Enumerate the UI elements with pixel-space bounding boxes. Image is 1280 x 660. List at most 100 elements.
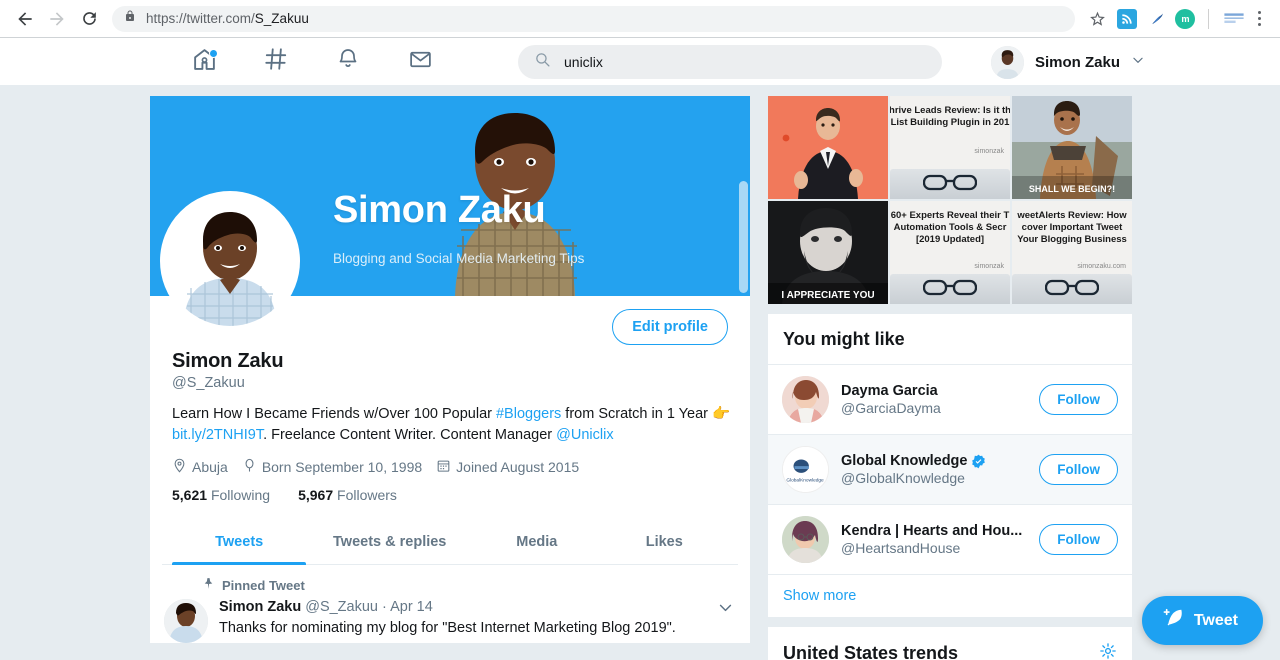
profile-meta: Abuja Born September 10, 1998 Joined Aug… [172, 458, 738, 476]
media-item-2[interactable]: SHALL WE BEGIN?! [1012, 96, 1132, 199]
back-arrow-icon[interactable] [10, 4, 40, 34]
banner-title: Simon Zaku [333, 189, 546, 231]
avatar [782, 376, 829, 423]
svg-text:m: m [1181, 14, 1189, 24]
follow-button[interactable]: Follow [1039, 524, 1118, 555]
followers-label: Followers [337, 487, 397, 504]
account-menu[interactable]: Simon Zaku [990, 38, 1145, 86]
suggestion-info: Dayma Garcia @GarciaDayma [841, 383, 1027, 416]
bird-extension-icon[interactable] [1146, 9, 1166, 29]
tab-tweets-replies[interactable]: Tweets & replies [306, 518, 473, 564]
follow-button[interactable]: Follow [1039, 384, 1118, 415]
tweet-header: Simon Zaku @S_Zakuu · Apr 14 [219, 599, 736, 615]
forward-arrow-icon[interactable] [42, 4, 72, 34]
birthday-text: Born September 10, 1998 [261, 459, 423, 476]
page-scrollbar[interactable] [739, 181, 748, 293]
mailchimp-extension-icon[interactable]: m [1175, 8, 1195, 29]
trends-heading: United States trends [783, 643, 959, 660]
pinned-tweet[interactable]: Pinned Tweet Simon Zaku @S_Zakuu · Apr 1… [150, 565, 750, 644]
bio-hashtag-link[interactable]: #Bloggers [496, 406, 561, 422]
following-stat[interactable]: 5,621 Following [172, 487, 270, 503]
feather-plus-icon [1163, 607, 1185, 634]
show-more-link[interactable]: Show more [768, 575, 1132, 617]
svg-text:GlobalKnowledge: GlobalKnowledge [786, 477, 824, 483]
avatar [782, 516, 829, 563]
bio-text-3: . Freelance Content Writer. Content Mana… [263, 427, 557, 444]
media-item-5[interactable]: weetAlerts Review: How cover Important Tw… [1012, 201, 1132, 304]
profile-birthday: Born September 10, 1998 [242, 458, 422, 476]
profile-joined: Joined August 2015 [436, 458, 579, 476]
page-body: Simon Zaku Blogging and Social Media Mar… [0, 86, 1280, 660]
profile-avatar[interactable] [160, 191, 300, 331]
blog-title: weetAlerts Review: How cover Important Tw… [1017, 210, 1127, 245]
calendar-icon [436, 458, 451, 476]
profile-location: Abuja [172, 458, 228, 476]
suggestion-name: Kendra | Hearts and Hou... [841, 523, 1023, 539]
address-bar[interactable]: https://twitter.com/S_Zakuu [112, 5, 1075, 32]
bio-mention-link[interactable]: @Uniclix [556, 427, 613, 443]
pinned-label-row: Pinned Tweet [164, 577, 736, 593]
tweet-caret-icon[interactable] [717, 599, 734, 621]
suggestion-info: Global Knowledge @GlobalKnowledge [841, 453, 1027, 486]
suggestion-row[interactable]: Kendra | Hearts and Hou... @HeartsandHou… [768, 505, 1132, 575]
bell-icon [336, 47, 360, 76]
reload-icon[interactable] [74, 4, 104, 34]
media-item-4[interactable]: 60+ Experts Reveal their T Automation Too… [890, 201, 1010, 304]
kebab-menu-icon[interactable] [1248, 6, 1270, 32]
media-item-3[interactable]: I APPRECIATE YOU [768, 201, 888, 304]
suggestion-row[interactable]: GlobalKnowledge Global Knowledge @Global… [768, 435, 1132, 505]
nav-notifications[interactable] [312, 38, 384, 86]
blog-domain: simonzak [974, 148, 1004, 155]
gear-icon[interactable] [1099, 642, 1117, 660]
tweet-date: Apr 14 [390, 599, 433, 616]
extension-icons: m [1113, 8, 1246, 29]
bio-url-link[interactable]: bit.ly/2TNHI9T [172, 427, 263, 443]
bio-text-1: Learn How I Became Friends w/Over 100 Po… [172, 406, 496, 422]
svg-text:I APPRECIATE YOU: I APPRECIATE YOU [781, 290, 874, 301]
glasses-icon [923, 279, 977, 296]
suggestion-name: Dayma Garcia [841, 383, 938, 399]
suggestion-handle: @GarciaDayma [841, 400, 941, 416]
suggestion-info: Kendra | Hearts and Hou... @HeartsandHou… [841, 523, 1027, 556]
avatar [990, 45, 1024, 79]
url-text: https://twitter.com/S_Zakuu [146, 11, 309, 26]
bookmark-star-icon[interactable] [1083, 5, 1111, 33]
location-pin-icon [172, 458, 187, 476]
tweet-author-avatar[interactable] [164, 599, 208, 644]
profile-handle: @S_Zakuu [172, 375, 245, 391]
grammarly-extension-icon[interactable] [1222, 9, 1246, 29]
url-origin: https://twitter.com/ [146, 11, 255, 26]
blog-domain: simonzak [974, 263, 1004, 270]
profile-tabs: Tweets Tweets & replies Media Likes [162, 518, 738, 566]
following-count: 5,621 [172, 487, 208, 504]
edit-profile-button[interactable]: Edit profile [612, 309, 728, 345]
nav-explore[interactable] [240, 38, 312, 86]
tab-media[interactable]: Media [473, 518, 600, 564]
nav-home[interactable] [168, 38, 240, 86]
tab-tweets[interactable]: Tweets [172, 518, 307, 566]
followers-stat[interactable]: 5,967 Followers [298, 487, 397, 503]
search-input[interactable]: uniclix [518, 44, 942, 79]
tweet-author-handle: @S_Zakuu [305, 599, 378, 616]
media-item-0[interactable] [768, 96, 888, 199]
home-notification-dot [209, 48, 218, 58]
profile-card: Edit profile Simon Zaku @S_Zakuu Learn H… [150, 191, 750, 566]
blog-title: hrive Leads Review: Is it th List Buildin… [890, 105, 1010, 128]
follow-button[interactable]: Follow [1039, 454, 1118, 485]
nav-messages[interactable] [384, 38, 456, 86]
suggestion-row[interactable]: Dayma Garcia @GarciaDayma Follow [768, 365, 1132, 435]
following-label: Following [210, 487, 271, 504]
suggestion-name-text: Global Knowledge [841, 453, 968, 469]
tweet-compose-button[interactable]: Tweet [1141, 596, 1263, 645]
browser-toolbar: https://twitter.com/S_Zakuu m [0, 0, 1280, 38]
profile-identity: Simon Zaku @S_Zakuu Learn How I Became F… [162, 350, 738, 503]
tab-likes[interactable]: Likes [601, 518, 728, 564]
envelope-icon [408, 47, 433, 77]
profile-stats: 5,621 Following 5,967 Followers [172, 487, 738, 503]
rss-extension-icon[interactable] [1117, 8, 1137, 29]
hashtag-icon [263, 46, 289, 77]
blog-thumbnail: hrive Leads Review: Is it th List Buildin… [890, 96, 1010, 199]
followers-count: 5,967 [298, 487, 334, 504]
media-item-1[interactable]: hrive Leads Review: Is it th List Buildin… [890, 96, 1010, 199]
search-value: uniclix [564, 53, 603, 70]
